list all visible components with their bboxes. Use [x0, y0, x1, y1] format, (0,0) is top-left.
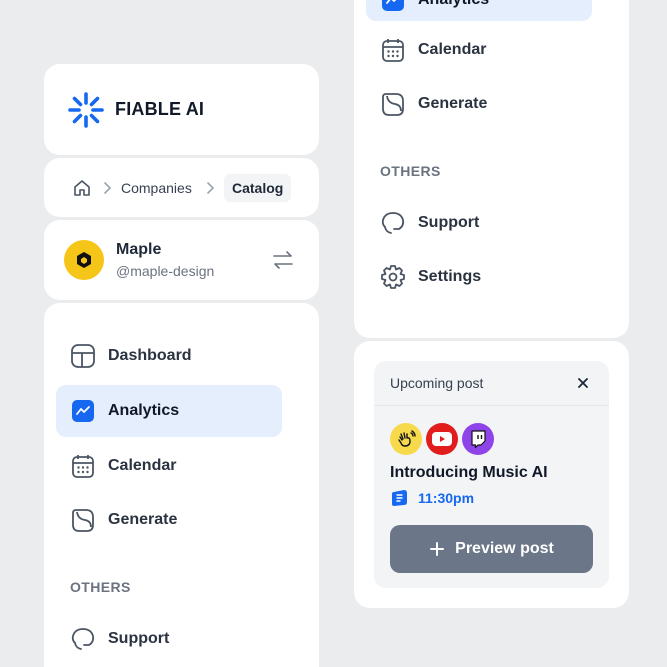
schedule-icon [390, 489, 410, 507]
generate-icon [380, 91, 406, 117]
support-icon [70, 626, 96, 652]
switch-arrows-icon[interactable] [272, 250, 294, 270]
sidebar-item-label: Analytics [418, 0, 489, 9]
breadcrumb: Companies Catalog [44, 158, 319, 217]
calendar-icon [70, 453, 96, 479]
upcoming-post-title: Upcoming post [390, 375, 484, 391]
sidebar-item-dashboard[interactable]: Dashboard [56, 330, 282, 382]
chevron-right-icon [205, 181, 215, 195]
logo-icon [66, 90, 106, 130]
section-label-others: OTHERS [380, 163, 441, 179]
calendar-icon [380, 37, 406, 63]
plus-icon [429, 541, 445, 557]
workspace-name: Maple [116, 241, 162, 258]
avatar [64, 240, 104, 280]
sidebar-nav: Dashboard Analytics Calendar Generate OT… [44, 303, 319, 667]
sidebar-item-label: Dashboard [108, 347, 192, 364]
sidebar-item-support[interactable]: Support [366, 197, 592, 249]
youtube-icon [426, 423, 458, 455]
sidebar-item-label: Analytics [108, 402, 180, 419]
analytics-icon [70, 398, 96, 424]
sidebar-item-label: Settings [418, 268, 482, 285]
chevron-right-icon [102, 181, 112, 195]
sidebar-item-generate[interactable]: Generate [56, 494, 282, 546]
sidebar-item-calendar[interactable]: Calendar [366, 24, 592, 76]
close-icon[interactable] [576, 376, 590, 390]
sidebar-item-label: Calendar [418, 41, 487, 58]
generate-icon [70, 507, 96, 533]
sidebar-nav-scrolled: Analytics Calendar Generate OTHERS Suppo… [354, 0, 629, 338]
brand-name: FIABLE AI [115, 99, 205, 119]
support-icon [380, 210, 406, 236]
sidebar-item-label: Generate [418, 95, 488, 112]
twitch-icon [462, 423, 494, 455]
post-time: 11:30pm [418, 490, 475, 506]
section-label-others: OTHERS [70, 579, 131, 595]
analytics-icon [380, 0, 406, 13]
dashboard-icon [70, 343, 96, 369]
preview-post-button[interactable]: Preview post [390, 525, 593, 573]
sidebar-item-label: Calendar [108, 457, 177, 474]
upcoming-post-panel: Upcoming post Introducing Music AI 11:30… [374, 361, 609, 588]
sidebar-item-generate[interactable]: Generate [366, 78, 592, 130]
upcoming-post-card: Upcoming post Introducing Music AI 11:30… [354, 341, 629, 608]
hand-wave-icon [390, 423, 422, 455]
home-icon[interactable] [72, 178, 92, 198]
sidebar-item-settings[interactable]: Settings [366, 251, 592, 303]
sidebar-item-label: Support [108, 630, 170, 647]
workspace-switcher[interactable]: Maple @maple-design [44, 220, 319, 300]
sidebar-item-analytics[interactable]: Analytics [366, 0, 592, 21]
post-title: Introducing Music AI [390, 464, 548, 481]
breadcrumb-companies[interactable]: Companies [121, 180, 192, 196]
sidebar-item-label: Generate [108, 511, 178, 528]
brand-card: FIABLE AI [44, 64, 319, 155]
workspace-handle: @maple-design [116, 263, 215, 279]
sidebar-item-calendar[interactable]: Calendar [56, 440, 282, 492]
sidebar-item-label: Support [418, 214, 480, 231]
preview-post-label: Preview post [455, 540, 554, 557]
upcoming-post-header: Upcoming post [374, 361, 609, 406]
settings-icon [380, 264, 406, 290]
sidebar-item-analytics[interactable]: Analytics [56, 385, 282, 437]
breadcrumb-catalog[interactable]: Catalog [224, 174, 292, 202]
sidebar-item-support[interactable]: Support [56, 613, 282, 665]
